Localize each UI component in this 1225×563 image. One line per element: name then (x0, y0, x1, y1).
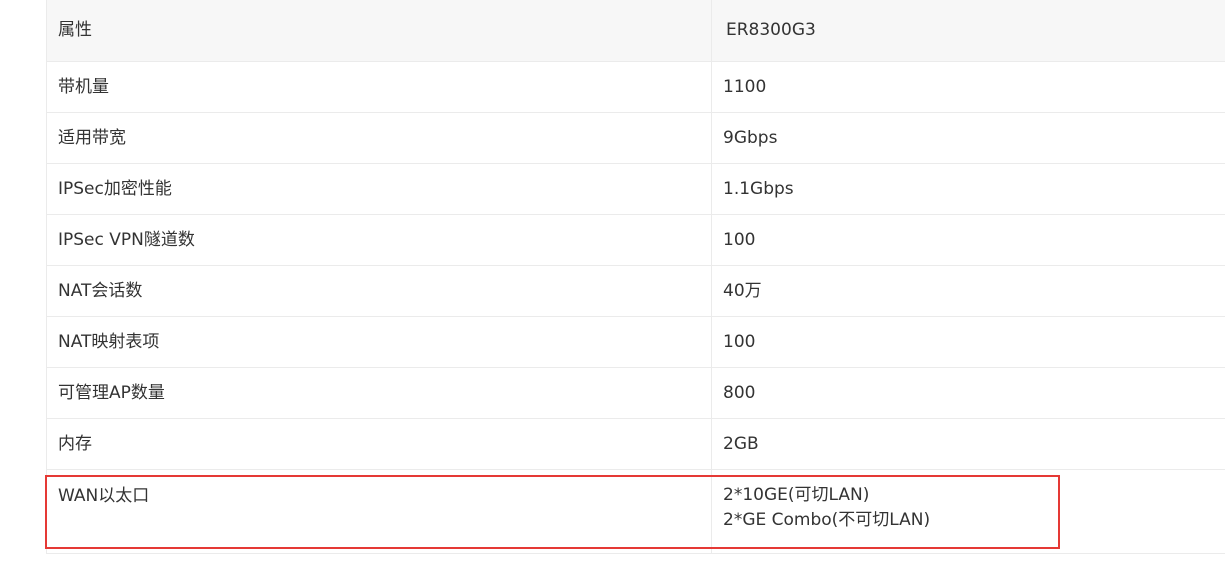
table-row: 带机量 1100 (46, 61, 1225, 113)
row-label: WAN以太口 (46, 469, 712, 554)
spec-table: 属性 ER8300G3 带机量 1100 适用带宽 9Gbps IPSec加密性… (46, 0, 1225, 554)
row-value: 100 (711, 214, 1225, 266)
row-label: 内存 (46, 418, 712, 470)
row-value-line: 2*GE Combo(不可切LAN) (723, 509, 931, 530)
table-row: IPSec加密性能 1.1Gbps (46, 163, 1225, 215)
row-value: 1.1Gbps (711, 163, 1225, 215)
row-value: 2GB (711, 418, 1225, 470)
row-value: 2*10GE(可切LAN) 2*GE Combo(不可切LAN) (711, 469, 1225, 554)
table-header-row: 属性 ER8300G3 (46, 0, 1225, 62)
table-row: NAT映射表项 100 (46, 316, 1225, 368)
row-label: 带机量 (46, 61, 712, 113)
row-label: IPSec加密性能 (46, 163, 712, 215)
row-value: 800 (711, 367, 1225, 419)
row-value: 9Gbps (711, 112, 1225, 164)
header-model: ER8300G3 (711, 0, 1225, 62)
header-attribute: 属性 (46, 0, 712, 62)
table-row: 内存 2GB (46, 418, 1225, 470)
row-value: 40万 (711, 265, 1225, 317)
table-row: 适用带宽 9Gbps (46, 112, 1225, 164)
table-row: NAT会话数 40万 (46, 265, 1225, 317)
row-label: NAT映射表项 (46, 316, 712, 368)
row-value: 100 (711, 316, 1225, 368)
table-row-wan-ethernet: WAN以太口 2*10GE(可切LAN) 2*GE Combo(不可切LAN) (46, 469, 1225, 554)
table-row: IPSec VPN隧道数 100 (46, 214, 1225, 266)
table-row: 可管理AP数量 800 (46, 367, 1225, 419)
row-label: 适用带宽 (46, 112, 712, 164)
row-value: 1100 (711, 61, 1225, 113)
row-label: IPSec VPN隧道数 (46, 214, 712, 266)
row-label: 可管理AP数量 (46, 367, 712, 419)
row-label: NAT会话数 (46, 265, 712, 317)
